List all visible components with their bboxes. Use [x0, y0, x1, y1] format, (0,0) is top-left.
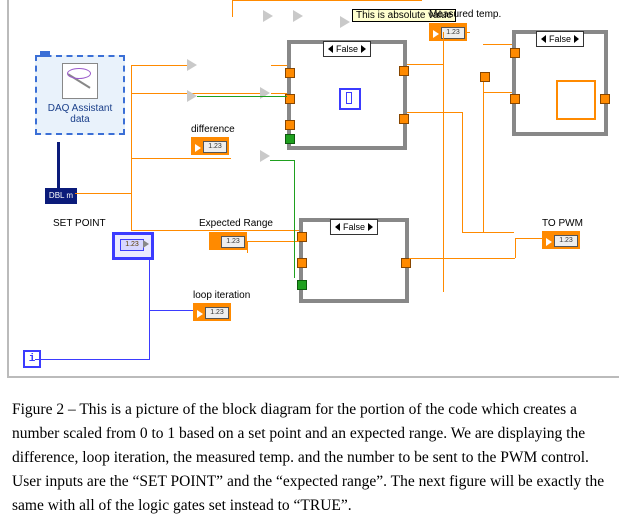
compare-node-4[interactable]	[260, 150, 270, 162]
difference-label: difference	[191, 124, 235, 135]
difference-indicator[interactable]: 1.23	[191, 137, 229, 155]
compare-node-1[interactable]	[187, 59, 197, 71]
wire	[409, 258, 515, 259]
wire	[483, 78, 484, 233]
compare-node-top-3[interactable]	[340, 16, 350, 28]
while-loop: i DAQ Assistant data DBL m difference 1.…	[7, 0, 619, 378]
wire	[467, 32, 470, 33]
set-point-label: SET POINT	[53, 218, 106, 229]
tunnel	[285, 68, 295, 78]
wire	[483, 92, 512, 93]
tunnel	[285, 120, 295, 130]
tunnel	[401, 258, 411, 268]
wire	[131, 230, 217, 231]
daq-assistant-node[interactable]: DAQ Assistant data	[35, 55, 125, 135]
wire	[131, 158, 231, 159]
set-point-control[interactable]: 1.23	[112, 232, 154, 260]
selector-terminal	[297, 280, 307, 290]
case-structure-lower[interactable]: False	[299, 218, 409, 303]
daq-label-line1: DAQ Assistant	[37, 103, 123, 114]
wire	[232, 0, 422, 1]
to-pwm-indicator[interactable]: 1.23	[542, 231, 580, 249]
wire	[131, 65, 187, 66]
wire-bool	[294, 160, 295, 278]
selector-terminal	[285, 134, 295, 144]
to-pwm-label: TO PWM	[542, 218, 583, 229]
block-diagram-canvas: i DAQ Assistant data DBL m difference 1.…	[0, 0, 630, 415]
tunnel	[399, 66, 409, 76]
tunnel	[510, 94, 520, 104]
daq-data-out-terminal	[40, 51, 50, 57]
case-selector-right-text: False	[549, 34, 571, 44]
measured-temp-label: Measured temp.	[429, 9, 501, 20]
inner-numeric-node[interactable]	[339, 88, 361, 110]
case-selector-lower[interactable]: False	[330, 219, 378, 235]
case-structure-upper[interactable]: False	[287, 40, 407, 150]
wire	[483, 44, 512, 45]
wire	[35, 359, 150, 360]
tunnel	[399, 114, 409, 124]
wire	[407, 64, 443, 65]
dynamic-data-convert[interactable]: DBL m	[45, 188, 77, 204]
wire-bool	[270, 160, 294, 161]
compare-node-top-2[interactable]	[293, 10, 303, 22]
wire	[131, 65, 132, 230]
tunnel	[510, 48, 520, 58]
wire	[217, 230, 299, 231]
wire	[271, 93, 287, 94]
wire	[232, 0, 233, 17]
case-selector-upper-text: False	[336, 44, 358, 54]
numeric-constant[interactable]	[480, 72, 490, 82]
wire	[271, 65, 287, 66]
case-selector-upper[interactable]: False	[323, 41, 371, 57]
loop-iteration-label: loop iteration	[193, 290, 250, 301]
compare-node-2[interactable]	[187, 90, 197, 102]
case-structure-right[interactable]: False	[512, 30, 608, 136]
compare-node-3[interactable]	[260, 87, 270, 99]
wire	[462, 112, 463, 232]
wire	[407, 112, 462, 113]
tunnel	[297, 258, 307, 268]
wire-daq-to-convert	[57, 142, 60, 189]
wire-bool	[197, 96, 287, 97]
wire	[443, 32, 444, 292]
daq-icon	[62, 63, 98, 99]
case-selector-right[interactable]: False	[536, 31, 584, 47]
compare-node-top-1[interactable]	[263, 10, 273, 22]
inner-box	[556, 80, 596, 120]
wire	[75, 193, 131, 194]
wire	[247, 241, 248, 253]
wire	[149, 310, 193, 311]
measured-temp-indicator[interactable]: 1.23	[429, 23, 467, 41]
case-selector-lower-text: False	[343, 222, 365, 232]
wire	[515, 238, 542, 239]
wire	[462, 232, 514, 233]
tunnel	[600, 94, 610, 104]
daq-label-line2: data	[37, 114, 123, 125]
wire	[515, 238, 516, 258]
loop-iteration-indicator[interactable]: 1.23	[193, 303, 231, 321]
expected-range-control[interactable]: 1.23	[209, 232, 247, 250]
expected-range-label: Expected Range	[199, 218, 273, 229]
wire	[247, 241, 299, 242]
figure-caption: Figure 2 – This is a picture of the bloc…	[12, 398, 618, 518]
